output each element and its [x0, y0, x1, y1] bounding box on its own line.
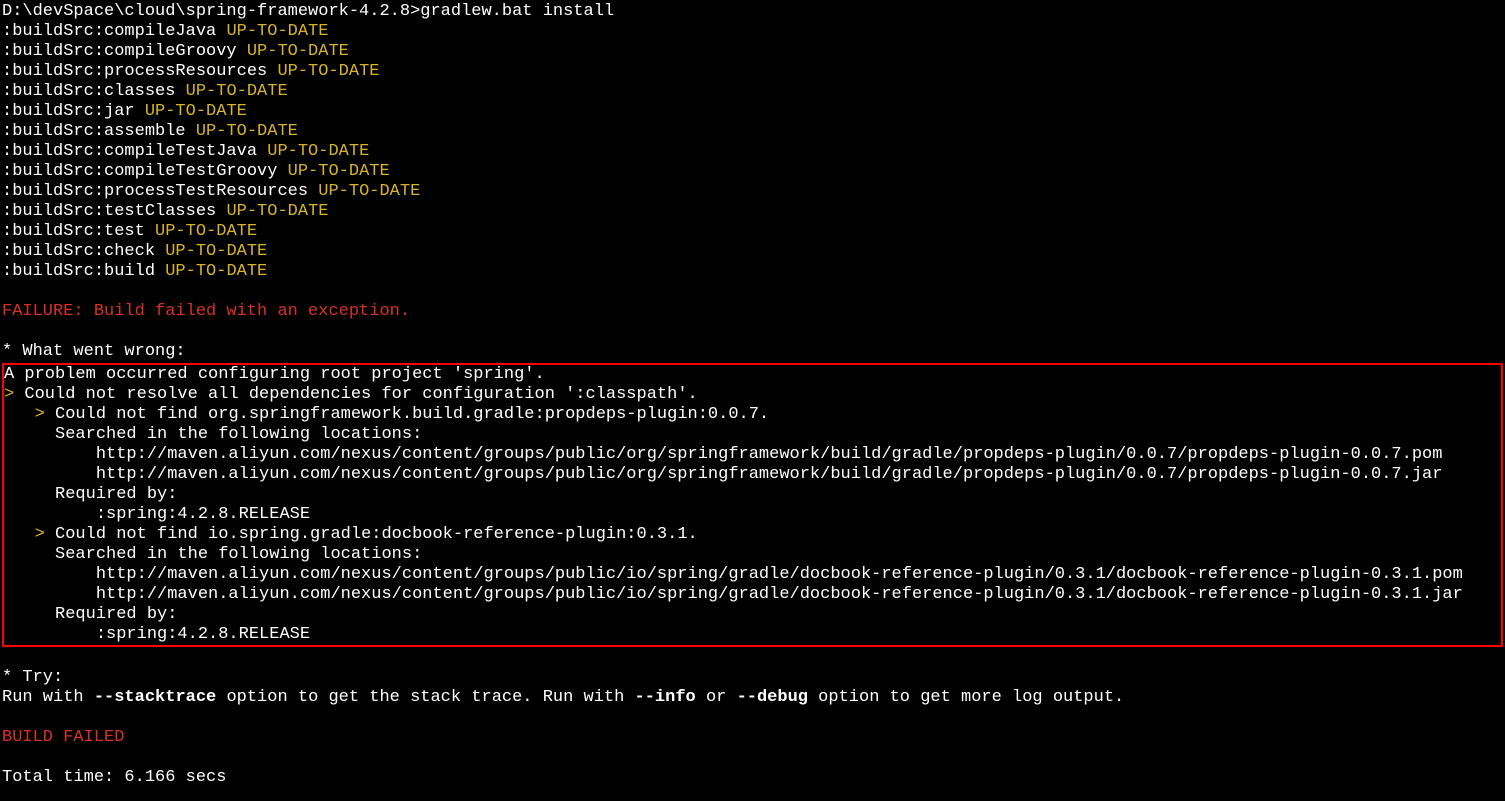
what-went-wrong-header: * What went wrong: — [2, 342, 1503, 362]
task-name: :buildSrc:test — [2, 222, 155, 241]
try-option: --debug — [737, 688, 808, 707]
build-failed: BUILD FAILED — [2, 728, 1503, 748]
try-option: --stacktrace — [94, 688, 216, 707]
error-line: http://maven.aliyun.com/nexus/content/gr… — [4, 445, 1501, 465]
task-status: UP-TO-DATE — [318, 182, 420, 201]
error-line: Searched in the following locations: — [4, 545, 1501, 565]
error-text: Could not resolve all dependencies for c… — [24, 385, 697, 404]
task-line: :buildSrc:compileJava UP-TO-DATE — [2, 22, 1503, 42]
task-line: :buildSrc:testClasses UP-TO-DATE — [2, 202, 1503, 222]
error-line: Required by: — [4, 485, 1501, 505]
task-status: UP-TO-DATE — [247, 42, 349, 61]
error-line: Searched in the following locations: — [4, 425, 1501, 445]
task-name: :buildSrc:processTestResources — [2, 182, 318, 201]
task-line: :buildSrc:test UP-TO-DATE — [2, 222, 1503, 242]
blank-line — [2, 648, 1503, 668]
task-status: UP-TO-DATE — [226, 202, 328, 221]
task-line: :buildSrc:classes UP-TO-DATE — [2, 82, 1503, 102]
error-line: > Could not find io.spring.gradle:docboo… — [4, 525, 1501, 545]
task-name: :buildSrc:jar — [2, 102, 145, 121]
error-line: http://maven.aliyun.com/nexus/content/gr… — [4, 465, 1501, 485]
error-line: A problem occurred configuring root proj… — [4, 365, 1501, 385]
error-line: :spring:4.2.8.RELEASE — [4, 505, 1501, 525]
terminal-output: D:\devSpace\cloud\spring-framework-4.2.8… — [2, 2, 1503, 788]
task-name: :buildSrc:compileTestGroovy — [2, 162, 288, 181]
try-header: * Try: — [2, 668, 1503, 688]
task-status: UP-TO-DATE — [165, 242, 267, 261]
try-line: Run with --stacktrace option to get the … — [2, 688, 1503, 708]
task-status: UP-TO-DATE — [288, 162, 390, 181]
task-line: :buildSrc:build UP-TO-DATE — [2, 262, 1503, 282]
task-status: UP-TO-DATE — [226, 22, 328, 41]
error-text: Could not find io.spring.gradle:docbook-… — [55, 525, 698, 544]
try-text: option to get the stack trace. Run with — [216, 688, 634, 707]
task-name: :buildSrc:build — [2, 262, 165, 281]
task-status: UP-TO-DATE — [165, 262, 267, 281]
try-option: --info — [635, 688, 696, 707]
task-line: :buildSrc:processResources UP-TO-DATE — [2, 62, 1503, 82]
task-status: UP-TO-DATE — [196, 122, 298, 141]
total-time: Total time: 6.166 secs — [2, 768, 1503, 788]
arrow-prefix: > — [4, 525, 55, 544]
task-name: :buildSrc:processResources — [2, 62, 277, 81]
task-line: :buildSrc:compileTestGroovy UP-TO-DATE — [2, 162, 1503, 182]
task-name: :buildSrc:classes — [2, 82, 186, 101]
task-line: :buildSrc:processTestResources UP-TO-DAT… — [2, 182, 1503, 202]
task-status: UP-TO-DATE — [145, 102, 247, 121]
error-line: Required by: — [4, 605, 1501, 625]
try-text: Run with — [2, 688, 94, 707]
try-text: option to get more log output. — [808, 688, 1124, 707]
arrow-prefix: > — [4, 405, 55, 424]
blank-line — [2, 322, 1503, 342]
task-name: :buildSrc:compileJava — [2, 22, 226, 41]
error-line: :spring:4.2.8.RELEASE — [4, 625, 1501, 645]
error-line: http://maven.aliyun.com/nexus/content/gr… — [4, 565, 1501, 585]
error-box: A problem occurred configuring root proj… — [2, 363, 1503, 647]
task-name: :buildSrc:compileGroovy — [2, 42, 247, 61]
task-name: :buildSrc:check — [2, 242, 165, 261]
error-line: > Could not find org.springframework.bui… — [4, 405, 1501, 425]
try-text: or — [696, 688, 737, 707]
task-name: :buildSrc:compileTestJava — [2, 142, 267, 161]
task-line: :buildSrc:check UP-TO-DATE — [2, 242, 1503, 262]
blank-line — [2, 282, 1503, 302]
failure-message: FAILURE: Build failed with an exception. — [2, 302, 1503, 322]
task-status: UP-TO-DATE — [277, 62, 379, 81]
task-name: :buildSrc:assemble — [2, 122, 196, 141]
task-line: :buildSrc:assemble UP-TO-DATE — [2, 122, 1503, 142]
blank-line — [2, 748, 1503, 768]
error-text: Could not find org.springframework.build… — [55, 405, 769, 424]
error-line: http://maven.aliyun.com/nexus/content/gr… — [4, 585, 1501, 605]
task-name: :buildSrc:testClasses — [2, 202, 226, 221]
task-line: :buildSrc:jar UP-TO-DATE — [2, 102, 1503, 122]
task-line: :buildSrc:compileTestJava UP-TO-DATE — [2, 142, 1503, 162]
task-status: UP-TO-DATE — [267, 142, 369, 161]
command-prompt: D:\devSpace\cloud\spring-framework-4.2.8… — [2, 2, 1503, 22]
error-line: > Could not resolve all dependencies for… — [4, 385, 1501, 405]
blank-line — [2, 708, 1503, 728]
task-status: UP-TO-DATE — [186, 82, 288, 101]
task-line: :buildSrc:compileGroovy UP-TO-DATE — [2, 42, 1503, 62]
arrow-prefix: > — [4, 385, 24, 404]
task-status: UP-TO-DATE — [155, 222, 257, 241]
